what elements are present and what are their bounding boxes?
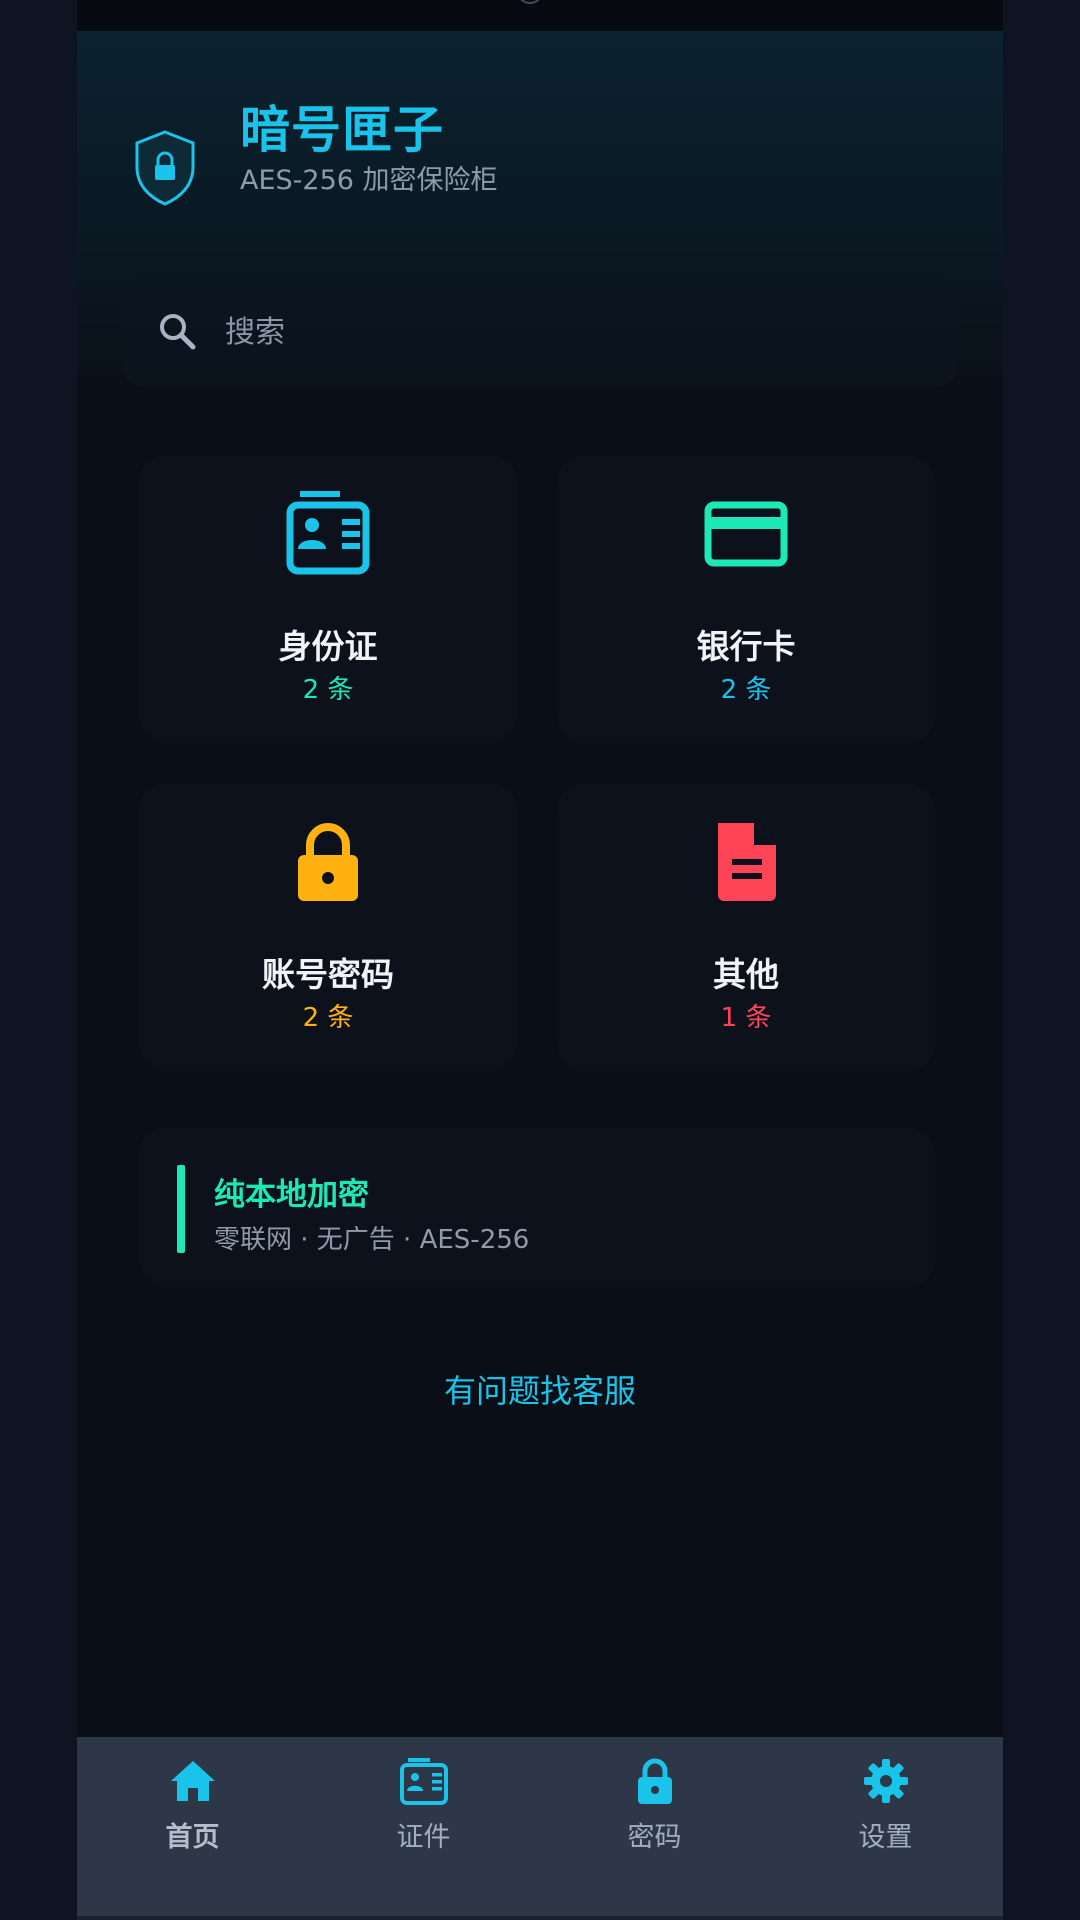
- search-icon: [160, 314, 196, 350]
- nav-item-documents[interactable]: 证件: [308, 1737, 539, 1916]
- camera-cutout: [517, 0, 543, 4]
- gear-icon: [864, 1759, 908, 1803]
- category-count: 2 条: [302, 675, 354, 705]
- category-label: 其他: [713, 955, 779, 994]
- category-card-bank[interactable]: 银行卡 2 条: [557, 455, 935, 743]
- nav-label: 首页: [165, 1822, 220, 1853]
- app-screen: 暗号匣子 AES-256 加密保险柜 身份证 2 条 银行卡 2 条: [77, 0, 1003, 1920]
- bottom-nav: 首页 证件 密码 设置: [77, 1737, 1003, 1916]
- id-card-icon: [400, 1758, 448, 1805]
- nav-item-passwords[interactable]: 密码: [539, 1737, 770, 1916]
- local-encryption-banner: 纯本地加密 零联网 · 无广告 · AES-256: [139, 1127, 935, 1287]
- nav-item-settings[interactable]: 设置: [770, 1737, 1001, 1916]
- accent-bar: [177, 1165, 185, 1253]
- category-card-password[interactable]: 账号密码 2 条: [139, 783, 517, 1071]
- credit-card-icon: [704, 501, 788, 567]
- category-label: 银行卡: [696, 627, 796, 666]
- lock-icon: [638, 1758, 672, 1804]
- nav-label: 密码: [627, 1822, 682, 1853]
- status-bar: [77, 0, 1003, 31]
- banner-title: 纯本地加密: [214, 1177, 369, 1213]
- category-count: 1 条: [720, 1003, 772, 1033]
- search-input[interactable]: [223, 303, 927, 361]
- category-count: 2 条: [720, 675, 772, 705]
- shield-lock-icon: [135, 130, 195, 206]
- gesture-bar-area: [77, 1916, 1003, 1920]
- support-link[interactable]: 有问题找客服: [77, 1366, 1003, 1412]
- category-card-other[interactable]: 其他 1 条: [557, 783, 935, 1071]
- category-card-id[interactable]: 身份证 2 条: [139, 455, 517, 743]
- document-icon: [718, 823, 776, 901]
- app-header: [77, 31, 1003, 251]
- nav-label: 证件: [396, 1822, 451, 1853]
- search-bar[interactable]: [123, 275, 957, 387]
- lock-icon: [298, 823, 358, 901]
- nav-item-home[interactable]: 首页: [77, 1737, 308, 1916]
- category-count: 2 条: [302, 1003, 354, 1033]
- id-card-icon: [286, 491, 370, 575]
- nav-label: 设置: [858, 1822, 913, 1853]
- banner-subtitle: 零联网 · 无广告 · AES-256: [214, 1225, 530, 1255]
- app-subtitle: AES-256 加密保险柜: [240, 165, 498, 196]
- category-label: 身份证: [278, 627, 378, 666]
- category-label: 账号密码: [262, 955, 394, 994]
- app-title: 暗号匣子: [240, 101, 444, 159]
- home-icon: [171, 1761, 215, 1801]
